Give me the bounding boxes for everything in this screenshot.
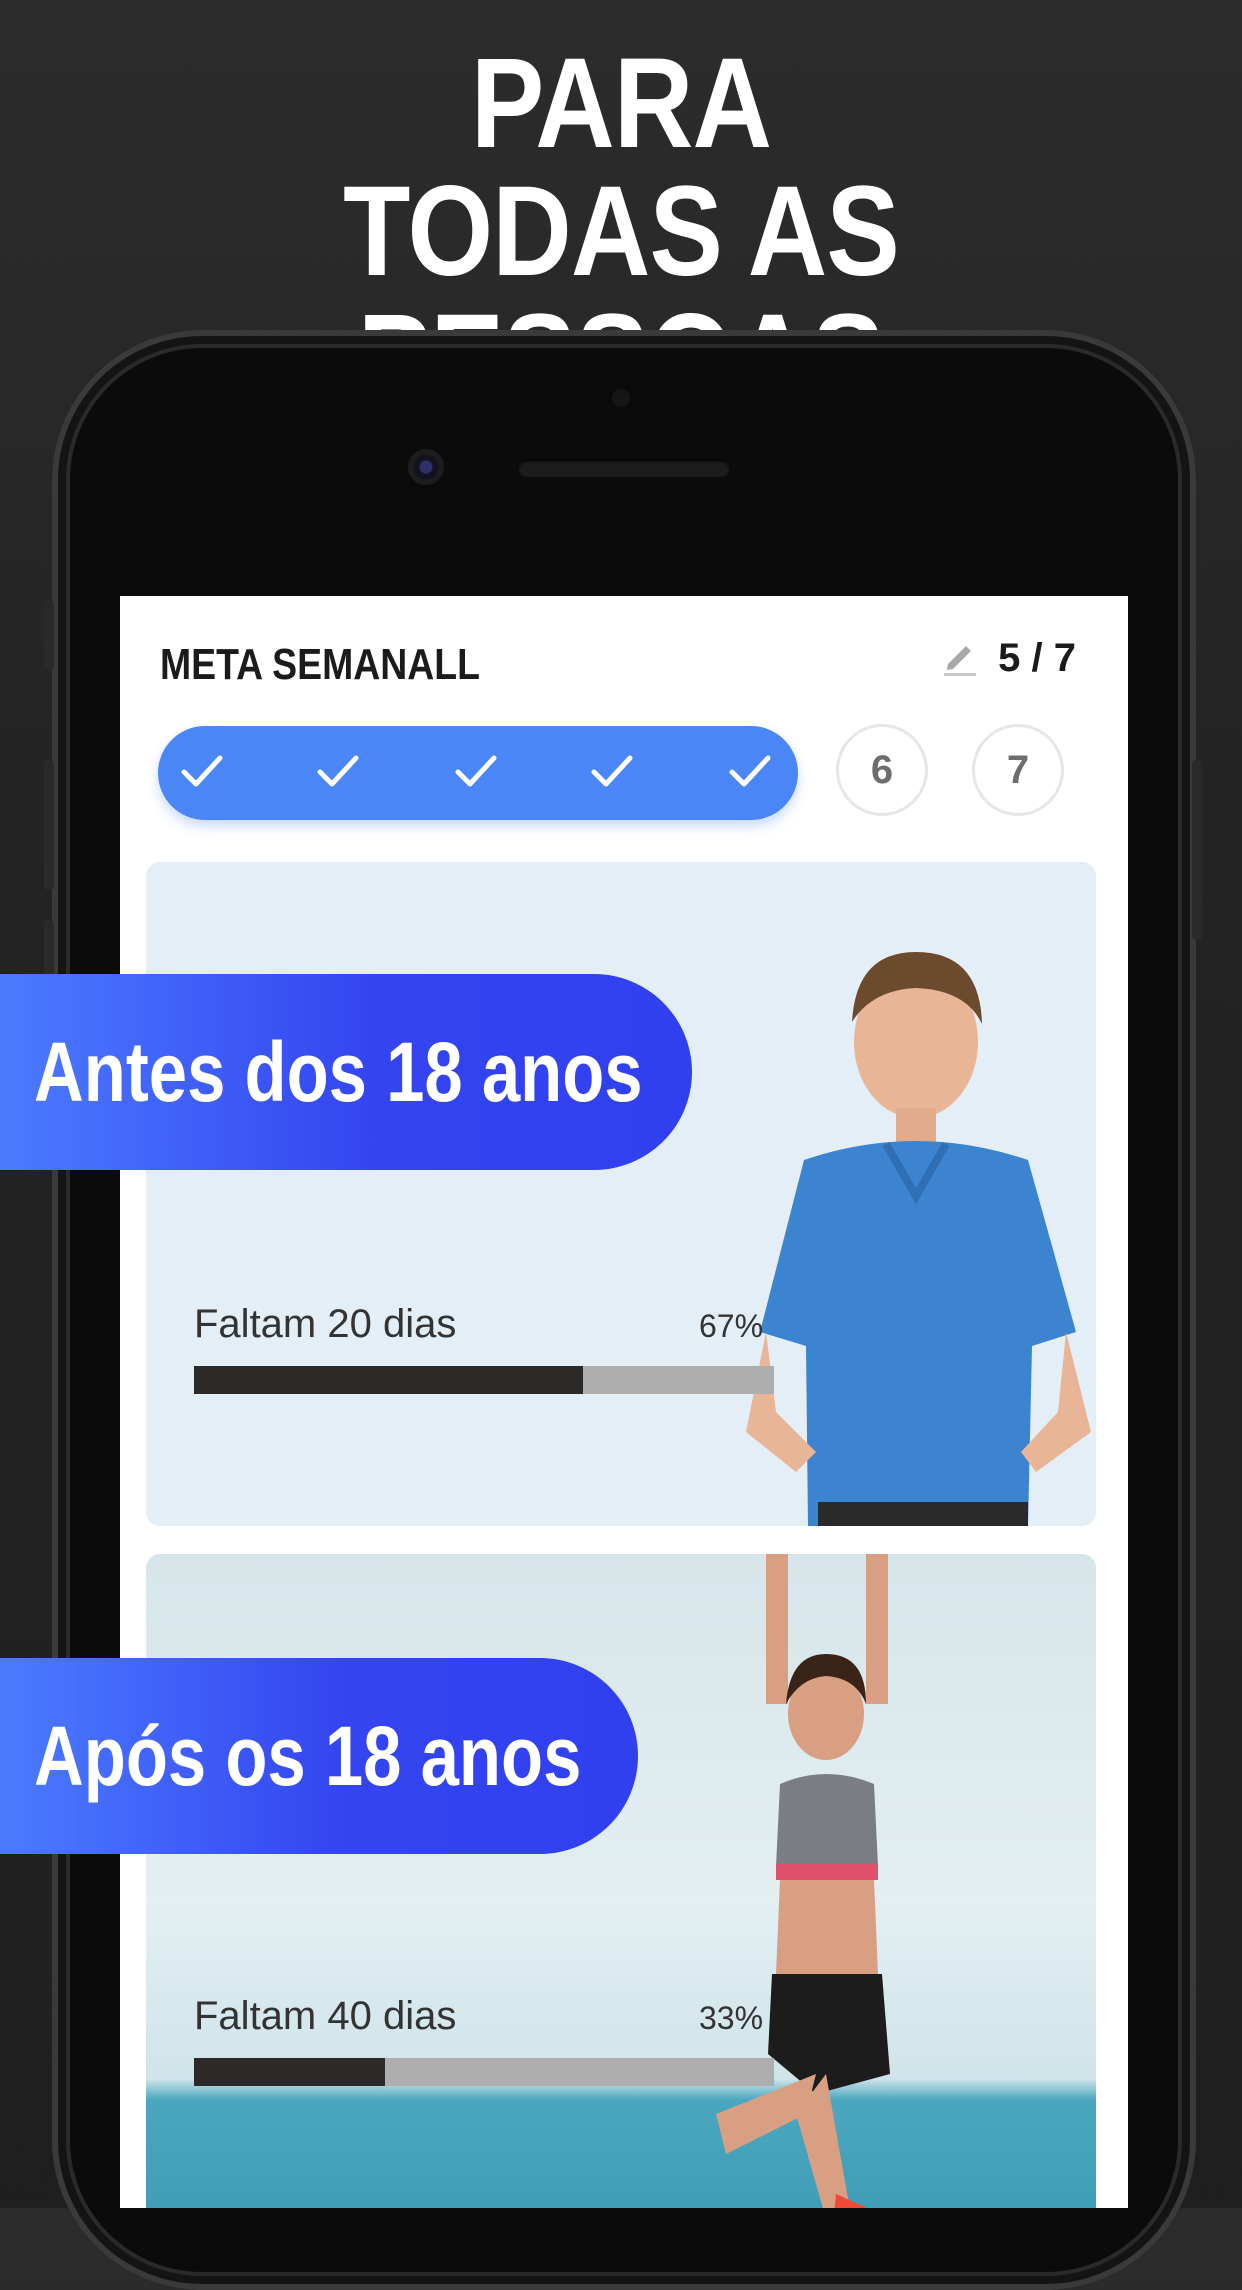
- age-badge-text: Após os 18 anos: [34, 1709, 582, 1803]
- weekly-goal-count: 5 / 7: [998, 636, 1076, 680]
- check-icon: [181, 755, 223, 787]
- app-screen: META SEMANALL 5 / 7 6 7 Faltam 20 dias 6…: [120, 596, 1128, 2208]
- check-icon: [317, 755, 359, 787]
- age-badge-text: Antes dos 18 anos: [34, 1025, 643, 1119]
- progress-percent: 33%: [699, 2000, 764, 2036]
- plan-card-under-18[interactable]: Faltam 20 dias 67%: [146, 862, 1096, 1526]
- pencil-icon[interactable]: [942, 636, 978, 676]
- earpiece-speaker: [518, 459, 730, 477]
- progress-percent: 67%: [699, 1308, 764, 1344]
- progress-bar-fill: [194, 2058, 386, 2086]
- completed-days-pill: [158, 726, 798, 820]
- check-icon: [591, 755, 633, 787]
- progress-bar: [194, 2058, 774, 2086]
- proximity-sensor: [608, 385, 634, 411]
- check-icon: [729, 755, 771, 787]
- day-circle-7[interactable]: 7: [972, 724, 1064, 816]
- day-circle-6[interactable]: 6: [836, 724, 928, 816]
- age-badge-under-18: Antes dos 18 anos: [0, 974, 692, 1170]
- age-badge-over-18: Após os 18 anos: [0, 1658, 638, 1854]
- progress-bar-fill: [194, 1366, 583, 1394]
- days-remaining-label: Faltam 20 dias: [194, 1302, 457, 1346]
- phone-power-button: [1192, 760, 1202, 940]
- plan-card-over-18[interactable]: Faltam 40 dias 33%: [146, 1554, 1096, 2208]
- weekly-goal-title: META SEMANALL: [160, 640, 480, 689]
- days-remaining-label: Faltam 40 dias: [194, 1994, 457, 2038]
- progress-bar: [194, 1366, 774, 1394]
- phone-side-button: [44, 600, 54, 670]
- check-icon: [455, 755, 497, 787]
- teen-boy-photo: [746, 952, 1091, 1526]
- headline-line-1: PARA: [470, 32, 772, 175]
- young-woman-photo: [716, 1554, 890, 2208]
- phone-volume-up-button: [44, 760, 54, 890]
- front-camera: [408, 449, 444, 485]
